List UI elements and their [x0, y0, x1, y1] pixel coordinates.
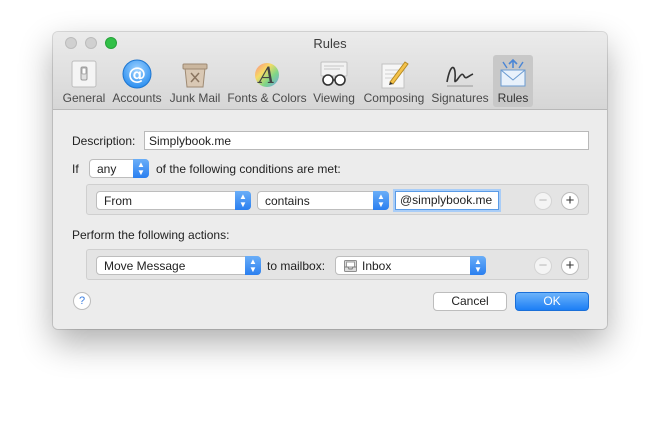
rules-dialog-window: Rules General @ Accounts Junk Mail A Fon…	[53, 32, 607, 329]
match-popup-value: any	[97, 162, 117, 176]
inbox-tray-icon	[344, 260, 357, 272]
svg-text:A: A	[257, 64, 275, 89]
to-mailbox-label: to mailbox:	[267, 259, 326, 273]
signature-icon	[446, 66, 474, 87]
toolbar-label: Accounts	[112, 91, 162, 105]
fonts-colors-icon: A	[255, 63, 279, 89]
toolbar-item-general[interactable]: General	[61, 55, 107, 107]
toolbar-item-fonts-colors[interactable]: A Fonts & Colors	[226, 55, 308, 107]
remove-condition-button[interactable]: −	[534, 192, 552, 210]
general-switch-icon	[71, 60, 97, 88]
title-bar: Rules General @ Accounts Junk Mail A Fon…	[53, 32, 607, 110]
toolbar-label: General	[62, 91, 106, 105]
description-label: Description:	[72, 134, 136, 148]
junk-bin-icon	[182, 63, 208, 88]
ok-button[interactable]: OK	[515, 292, 589, 311]
mailbox-value: Inbox	[362, 259, 392, 273]
actions-label: Perform the following actions:	[72, 228, 230, 242]
toolbar-item-rules[interactable]: Rules	[493, 55, 533, 107]
rules-form: Description: Simplybook.me If any ▲ ▼ of …	[53, 110, 607, 329]
toolbar-item-signatures[interactable]: Signatures	[430, 55, 490, 107]
conditions-label: of the following conditions are met:	[156, 162, 341, 176]
remove-action-button[interactable]: −	[534, 257, 552, 275]
rules-envelope-icon	[500, 58, 526, 87]
toolbar-label: Rules	[497, 91, 529, 105]
at-sign-icon: @	[122, 59, 152, 89]
description-field[interactable]: Simplybook.me	[144, 131, 589, 150]
toolbar-label: Fonts & Colors	[227, 91, 307, 105]
popup-arrows-icon: ▲ ▼	[245, 256, 261, 275]
window-title: Rules	[313, 36, 347, 51]
mailbox-popup[interactable]: Inbox ▲ ▼	[335, 256, 486, 275]
toolbar-label: Viewing	[313, 91, 355, 105]
condition-field-popup[interactable]: From ▲ ▼	[96, 191, 251, 210]
popup-arrows-icon: ▲ ▼	[373, 191, 389, 210]
glasses-icon	[320, 61, 348, 86]
popup-arrows-icon: ▲ ▼	[470, 256, 486, 275]
toolbar-label: Signatures	[431, 91, 489, 105]
condition-field-value: From	[104, 194, 132, 208]
toolbar-label: Composing	[363, 91, 425, 105]
pencil-paper-icon	[381, 61, 409, 89]
add-action-button[interactable]: +	[561, 257, 579, 275]
cancel-button[interactable]: Cancel	[433, 292, 507, 311]
popup-arrows-icon: ▲ ▼	[133, 159, 149, 178]
condition-operator-value: contains	[265, 194, 310, 208]
help-button[interactable]: ?	[73, 292, 91, 310]
condition-value-field[interactable]: @simplybook.me	[395, 191, 499, 210]
toolbar-item-composing[interactable]: Composing	[362, 55, 426, 107]
popup-arrows-icon: ▲ ▼	[235, 191, 251, 210]
match-popup[interactable]: any ▲ ▼	[89, 159, 149, 178]
add-condition-button[interactable]: +	[561, 192, 579, 210]
condition-operator-popup[interactable]: contains ▲ ▼	[257, 191, 389, 210]
action-type-value: Move Message	[104, 259, 186, 273]
action-type-popup[interactable]: Move Message ▲ ▼	[96, 256, 261, 275]
toolbar-item-viewing[interactable]: Viewing	[311, 55, 357, 107]
toolbar-item-accounts[interactable]: @ Accounts	[111, 55, 163, 107]
svg-text:@: @	[128, 64, 146, 85]
if-label: If	[72, 162, 79, 176]
toolbar-label: Junk Mail	[169, 91, 221, 105]
toolbar-item-junk-mail[interactable]: Junk Mail	[168, 55, 222, 107]
